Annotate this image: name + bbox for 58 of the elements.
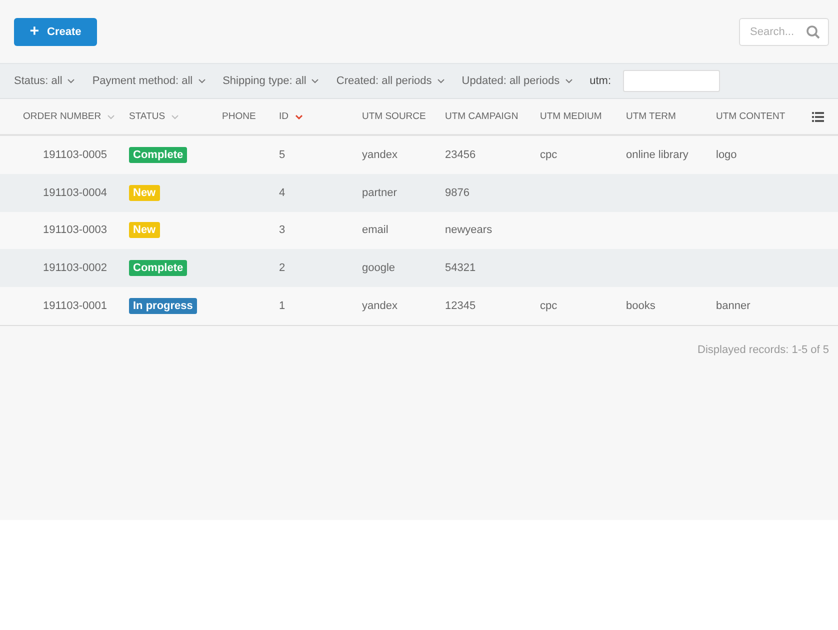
status-badge: New — [129, 184, 160, 201]
search-icon — [806, 24, 820, 38]
column-list-icon[interactable] — [812, 112, 824, 122]
column-header: UTM MEDIUM — [540, 111, 602, 122]
table-cell: 54321 — [445, 262, 476, 274]
table-cell: online library — [626, 148, 688, 161]
table-cell: logo — [716, 148, 737, 161]
status-badge: Complete — [129, 260, 188, 276]
column-header[interactable]: ID — [279, 111, 288, 122]
column-header: PHONE — [222, 111, 256, 122]
status-badge: In progress — [129, 298, 197, 314]
table-cell: 4 — [279, 186, 286, 199]
filter-dropdown[interactable]: Status: all — [14, 75, 76, 87]
column-header[interactable]: ORDER NUMBER — [23, 111, 102, 122]
table-cell: yandex — [362, 300, 398, 312]
records-count: Displayed records: 1-5 of 5 — [698, 344, 829, 356]
table-cell: 191103-0001 — [43, 300, 108, 312]
table-cell: 12345 — [445, 300, 476, 312]
table-cell: cpc — [540, 300, 558, 312]
status-badge: Complete — [129, 146, 188, 163]
table-cell: books — [626, 300, 656, 312]
table-cell: 191103-0003 — [43, 224, 108, 236]
table-cell: google — [362, 262, 396, 274]
table-cell: newyears — [445, 224, 492, 236]
column-header: UTM TERM — [626, 111, 676, 122]
table-cell: partner — [362, 186, 397, 199]
chevron-down-icon[interactable] — [198, 78, 206, 84]
column-header: UTM SOURCE — [362, 111, 426, 122]
column-header: UTM CAMPAIGN — [445, 111, 518, 122]
filter-dropdown[interactable]: Payment method: all — [92, 75, 206, 87]
sort-caret-icon[interactable] — [294, 114, 302, 120]
filter-dropdown[interactable]: Updated: all periods — [462, 75, 573, 87]
table-cell: 191103-0002 — [43, 262, 108, 274]
utm-label: utm: — [590, 75, 612, 87]
table-cell: yandex — [362, 148, 398, 161]
table-cell: 2 — [279, 262, 286, 274]
chevron-down-icon[interactable] — [564, 78, 573, 84]
chevron-down-icon[interactable] — [311, 78, 320, 84]
table-cell: 191103-0004 — [43, 186, 108, 199]
table-cell: 191103-0005 — [43, 148, 108, 161]
chevron-down-icon[interactable] — [67, 78, 76, 84]
table-cell: 23456 — [445, 148, 476, 161]
column-header: UTM CONTENT — [716, 111, 786, 122]
create-button[interactable]: + Create — [14, 18, 97, 46]
table-cell: 1 — [279, 300, 286, 312]
column-header[interactable]: STATUS — [129, 111, 166, 122]
filter-dropdown[interactable]: Shipping type: all — [222, 75, 320, 87]
status-badge: New — [129, 222, 160, 238]
table-cell: 3 — [279, 224, 286, 236]
table-cell: email — [362, 224, 388, 236]
table-cell: 9876 — [445, 186, 470, 199]
table-cell: 5 — [279, 148, 286, 161]
table-cell: banner — [716, 300, 750, 312]
table-cell: cpc — [540, 148, 558, 161]
utm-field[interactable] — [623, 70, 720, 92]
search-field[interactable]: Search... — [739, 18, 829, 46]
filter-dropdown[interactable]: Created: all periods — [336, 75, 445, 87]
chevron-down-icon[interactable] — [436, 78, 445, 84]
